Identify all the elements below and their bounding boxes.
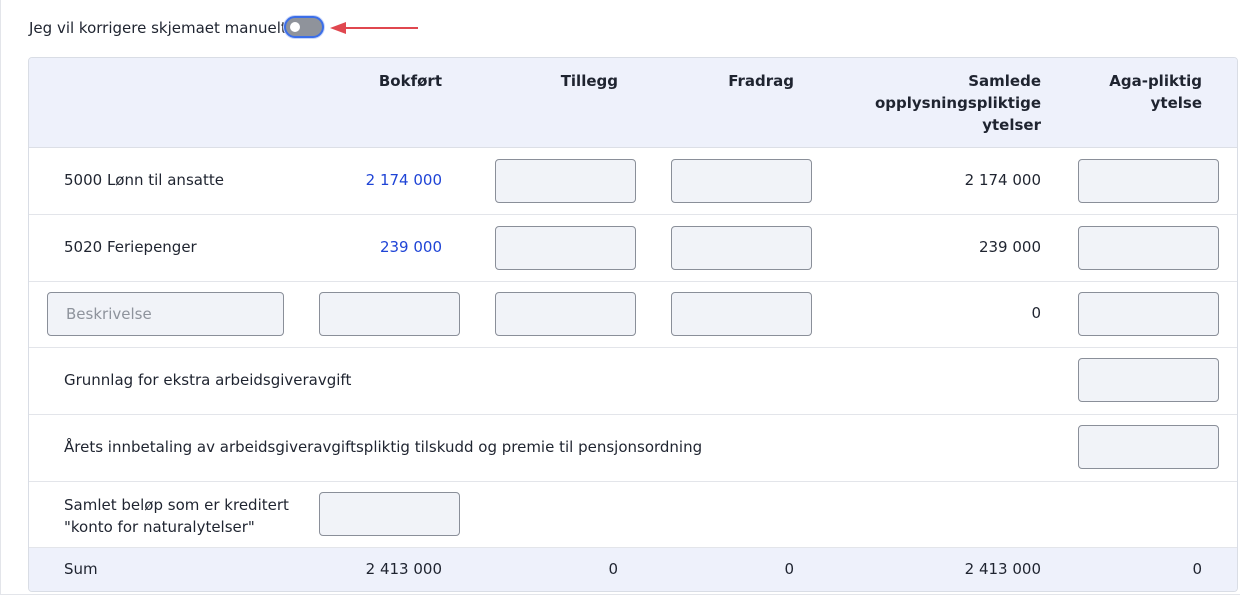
aga-input-feriepenger[interactable] <box>1078 226 1219 270</box>
column-header-tillegg: Tillegg <box>560 72 618 90</box>
aga-input-pensjon-control[interactable] <box>1079 426 1218 468</box>
table-row-pensjon: Årets innbetaling av arbeidsgiveravgifts… <box>29 415 1237 482</box>
table-row-naturalytelser: Samlet beløp som er kreditert "konto for… <box>29 482 1237 548</box>
tillegg-input-lonn-control[interactable] <box>496 160 635 202</box>
fradrag-input-custom[interactable] <box>671 292 812 336</box>
sum-fradrag: 0 <box>784 560 794 578</box>
bokfort-input-naturalytelser-control[interactable] <box>320 493 459 535</box>
row-label-grunnlag: Grunnlag for ekstra arbeidsgiveravgift <box>64 371 352 389</box>
row-label-naturalytelser-line-2: "konto for naturalytelser" <box>64 518 255 536</box>
column-header-fradrag: Fradrag <box>728 72 794 90</box>
samlede-value-feriepenger: 239 000 <box>978 238 1041 256</box>
column-header-aga-line-2: ytelse <box>1150 94 1202 112</box>
column-header-bokfort: Bokført <box>378 72 442 90</box>
samlede-value-lonn: 2 174 000 <box>964 171 1041 189</box>
column-header-aga-line-1: Aga-pliktig <box>1109 72 1202 90</box>
column-header-aga: Aga-pliktig ytelse <box>1089 70 1202 114</box>
table-row-grunnlag: Grunnlag for ekstra arbeidsgiveravgift <box>29 348 1237 415</box>
tax-form-table: Bokført Tillegg Fradrag Samlede opplysni… <box>28 57 1238 592</box>
tillegg-input-feriepenger[interactable] <box>495 226 636 270</box>
tillegg-input-feriepenger-control[interactable] <box>496 227 635 269</box>
samlede-value-custom: 0 <box>1031 304 1041 322</box>
aga-input-feriepenger-control[interactable] <box>1079 227 1218 269</box>
column-header-samlede-line-2: opplysningspliktige <box>874 94 1041 112</box>
fradrag-input-feriepenger-control[interactable] <box>672 227 811 269</box>
page-left-border <box>0 0 1 595</box>
aga-input-custom-control[interactable] <box>1079 293 1218 335</box>
sum-tillegg: 0 <box>608 560 618 578</box>
aga-input-pensjon[interactable] <box>1078 425 1219 469</box>
manual-correction-toggle-row: Jeg vil korrigere skjemaet manuelt <box>29 14 324 42</box>
row-label-lonn: 5000 Lønn til ansatte <box>64 171 224 189</box>
arrow-pointer-icon <box>330 22 418 34</box>
manual-correction-label: Jeg vil korrigere skjemaet manuelt <box>29 19 287 37</box>
table-row-custom: 0 <box>29 282 1237 348</box>
sum-aga: 0 <box>1192 560 1202 578</box>
sum-samlede: 2 413 000 <box>964 560 1041 578</box>
table-row-sum: Sum 2 413 000 0 0 2 413 000 0 <box>29 548 1237 591</box>
row-label-naturalytelser-line-1: Samlet beløp som er kreditert <box>64 496 289 514</box>
fradrag-input-custom-control[interactable] <box>672 293 811 335</box>
fradrag-input-lonn-control[interactable] <box>672 160 811 202</box>
column-header-samlede: Samlede opplysningspliktige ytelser <box>849 70 1041 136</box>
tillegg-input-custom-control[interactable] <box>496 293 635 335</box>
aga-input-lonn[interactable] <box>1078 159 1219 203</box>
manual-correction-toggle[interactable] <box>284 16 324 38</box>
table-row-feriepenger: 5020 Feriepenger 239 000 239 000 <box>29 215 1237 282</box>
description-input[interactable] <box>48 293 283 335</box>
row-label-pensjon: Årets innbetaling av arbeidsgiveravgifts… <box>64 438 703 456</box>
bokfort-input-custom-control[interactable] <box>320 293 459 335</box>
row-label-feriepenger: 5020 Feriepenger <box>64 238 197 256</box>
row-label-sum: Sum <box>64 560 98 578</box>
fradrag-input-feriepenger[interactable] <box>671 226 812 270</box>
fradrag-input-lonn[interactable] <box>671 159 812 203</box>
aga-input-custom[interactable] <box>1078 292 1219 336</box>
table-row-lonn: 5000 Lønn til ansatte 2 174 000 2 174 00… <box>29 148 1237 215</box>
bokfort-value-feriepenger[interactable]: 239 000 <box>329 238 442 256</box>
bokfort-value-lonn[interactable]: 2 174 000 <box>329 171 442 189</box>
sum-bokfort: 2 413 000 <box>365 560 442 578</box>
bokfort-input-custom[interactable] <box>319 292 460 336</box>
description-field[interactable] <box>47 292 284 336</box>
tillegg-input-lonn[interactable] <box>495 159 636 203</box>
aga-input-lonn-control[interactable] <box>1079 160 1218 202</box>
row-label-naturalytelser: Samlet beløp som er kreditert "konto for… <box>64 494 289 538</box>
aga-input-grunnlag-control[interactable] <box>1079 359 1218 401</box>
table-header: Bokført Tillegg Fradrag Samlede opplysni… <box>29 58 1237 148</box>
toggle-knob <box>290 22 300 32</box>
aga-input-grunnlag[interactable] <box>1078 358 1219 402</box>
bokfort-input-naturalytelser[interactable] <box>319 492 460 536</box>
column-header-samlede-line-1: Samlede <box>968 72 1041 90</box>
column-header-samlede-line-3: ytelser <box>982 116 1041 134</box>
tillegg-input-custom[interactable] <box>495 292 636 336</box>
